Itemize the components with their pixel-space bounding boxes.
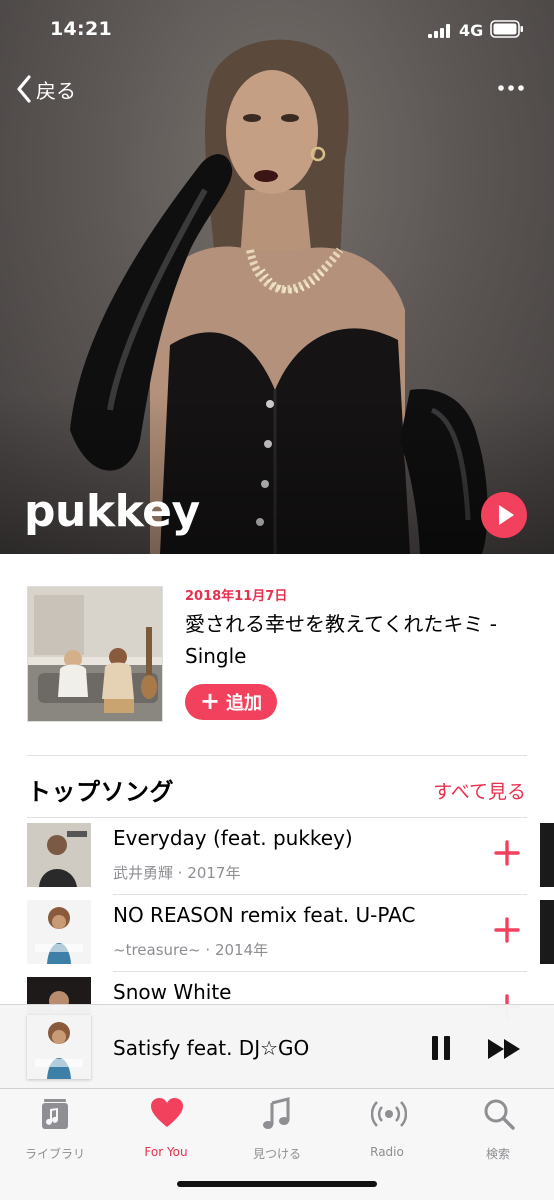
heart-icon	[151, 1098, 183, 1127]
next-column-peek	[540, 900, 554, 964]
pause-icon	[432, 1036, 450, 1060]
tab-label: ライブラリ	[24, 1147, 85, 1161]
divider	[27, 755, 527, 756]
plus-icon	[494, 840, 520, 866]
add-label: 追加	[226, 693, 263, 714]
add-song-button[interactable]	[490, 913, 524, 947]
back-button[interactable]: 戻る	[16, 72, 76, 106]
status-time: 14:21	[50, 18, 112, 40]
network-type: 4G	[459, 21, 484, 40]
song-artwork	[27, 900, 91, 964]
radio-icon	[371, 1101, 407, 1127]
see-all-link[interactable]: すべて見る	[433, 777, 526, 804]
search-icon	[484, 1099, 515, 1130]
song-title: NO REASON remix feat. U-PAC	[113, 903, 416, 927]
ellipsis-icon	[498, 85, 524, 91]
tab-search[interactable]: 検索	[448, 1097, 548, 1161]
play-artist-button[interactable]	[481, 492, 527, 538]
release-artwork-image	[28, 587, 162, 721]
now-playing-title: Satisfy feat. DJ☆GO	[113, 1036, 310, 1060]
tab-label: 検索	[485, 1147, 510, 1161]
song-artwork	[27, 823, 91, 887]
tab-label: Radio	[370, 1145, 404, 1159]
fast-forward-icon	[488, 1039, 520, 1059]
song-subtitle: 武井勇輝 · 2017年	[113, 864, 241, 882]
home-indicator	[177, 1181, 377, 1187]
tab-label: 見つける	[252, 1147, 301, 1161]
add-release-button[interactable]: + 追加	[185, 684, 277, 720]
plus-icon: +	[199, 687, 221, 715]
artist-name: pukkey	[24, 486, 200, 537]
release-artwork[interactable]	[27, 586, 163, 722]
song-row[interactable]: NO REASON remix feat. U-PAC ~treasure~ ·…	[0, 895, 540, 971]
add-song-button[interactable]	[490, 836, 524, 870]
mini-player[interactable]: Satisfy feat. DJ☆GO	[0, 1004, 554, 1088]
play-icon	[499, 505, 514, 525]
skip-forward-button[interactable]	[484, 1035, 526, 1063]
song-row[interactable]: Everyday (feat. pukkey) 武井勇輝 · 2017年	[0, 818, 540, 894]
tab-radio[interactable]: Radio	[337, 1097, 437, 1161]
back-label: 戻る	[36, 78, 76, 103]
signal-icon	[428, 23, 452, 42]
release-date: 2018年11月7日	[185, 589, 288, 604]
now-playing-artwork	[27, 1015, 91, 1079]
song-title: Snow White	[113, 980, 232, 1004]
top-songs-heading: トップソング	[27, 778, 174, 806]
artist-hero: 14:21 4G 戻る pukkey	[0, 0, 554, 554]
status-bar: 14:21 4G	[0, 0, 554, 60]
music-note-icon	[263, 1097, 290, 1129]
tab-browse[interactable]: 見つける	[227, 1097, 327, 1161]
chevron-left-icon	[17, 75, 31, 103]
library-icon	[42, 1099, 68, 1129]
tab-for-you[interactable]: For You	[116, 1097, 216, 1161]
more-options-button[interactable]	[496, 78, 526, 98]
tab-label: For You	[144, 1145, 188, 1159]
next-column-peek	[540, 823, 554, 887]
plus-icon	[494, 917, 520, 943]
pause-button[interactable]	[426, 1033, 456, 1063]
tab-library[interactable]: ライブラリ	[5, 1097, 105, 1161]
battery-icon	[490, 20, 524, 42]
release-title[interactable]: 愛される幸せを教えてくれたキミ - Single	[185, 608, 535, 672]
song-subtitle: ~treasure~ · 2014年	[113, 941, 269, 959]
song-title: Everyday (feat. pukkey)	[113, 826, 353, 850]
